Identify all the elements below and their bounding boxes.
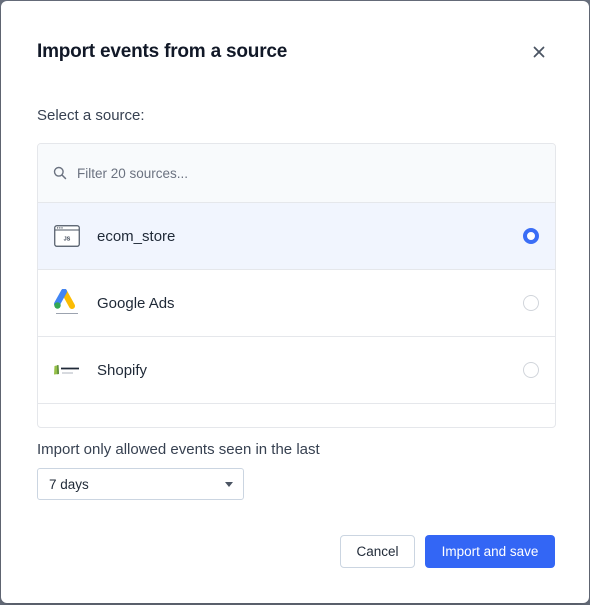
source-name: ecom_store <box>97 227 176 245</box>
source-section-label: Select a source: <box>37 107 145 124</box>
source-item-ecom-store[interactable]: JS ecom_store <box>38 203 555 270</box>
source-radio-google-ads[interactable] <box>523 295 539 311</box>
svg-text:JS: JS <box>64 237 71 243</box>
time-range-label: Import only allowed events seen in the l… <box>37 441 320 458</box>
close-icon <box>533 46 545 58</box>
cancel-button[interactable]: Cancel <box>340 535 415 568</box>
source-item-shopify[interactable]: Shopify <box>38 337 555 404</box>
javascript-source-icon: JS <box>53 222 81 250</box>
source-name: Google Ads <box>97 294 175 312</box>
source-item-partial <box>38 404 555 427</box>
close-button[interactable] <box>528 41 550 63</box>
shopify-icon <box>53 356 81 384</box>
source-item-google-ads[interactable]: Google Ads <box>38 270 555 337</box>
source-name: Shopify <box>97 361 148 379</box>
import-and-save-button[interactable]: Import and save <box>425 535 555 568</box>
source-radio-ecom-store[interactable] <box>523 228 539 244</box>
dialog-title: Import events from a source <box>37 41 288 62</box>
source-list-panel: JS ecom_store Google Ads <box>37 143 556 428</box>
caret-down-icon <box>225 482 233 487</box>
import-events-dialog: Import events from a source Select a sou… <box>1 1 589 603</box>
time-range-value: 7 days <box>49 476 89 492</box>
time-range-select[interactable]: 7 days <box>37 468 244 500</box>
source-radio-shopify[interactable] <box>523 362 539 378</box>
source-filter-input[interactable] <box>75 164 479 182</box>
google-ads-icon <box>53 289 81 317</box>
search-icon <box>53 166 67 180</box>
source-search-row <box>38 144 555 203</box>
